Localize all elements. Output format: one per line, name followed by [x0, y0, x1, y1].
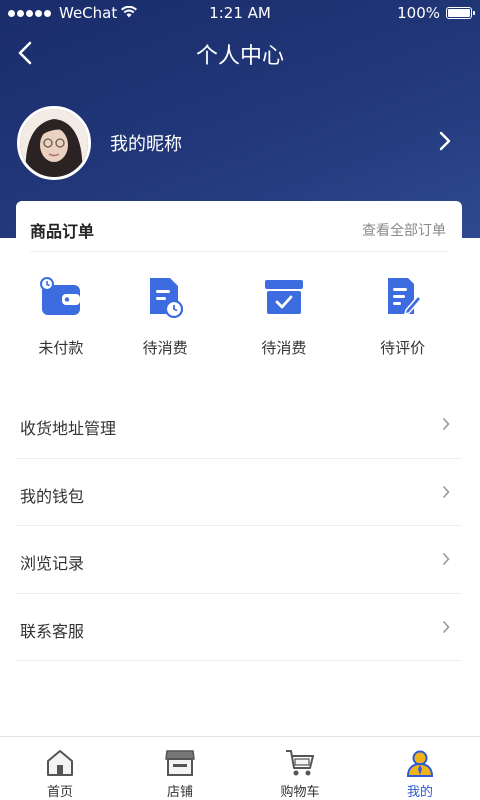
order-item-pending-use[interactable]: 待消费: [106, 275, 225, 358]
order-item-pending-review[interactable]: 待评价: [343, 275, 462, 358]
box-check-icon: [262, 275, 306, 319]
menu-item-address[interactable]: 收货地址管理: [16, 391, 462, 459]
store-icon: [164, 747, 196, 779]
menu-item-label: 联系客服: [20, 621, 85, 641]
tab-store[interactable]: 店铺: [120, 737, 240, 800]
tab-home[interactable]: 首页: [0, 737, 120, 800]
battery-percent: 100%: [397, 4, 440, 22]
order-item-label: 未付款: [38, 339, 84, 357]
order-item-unpaid[interactable]: 未付款: [16, 275, 106, 358]
tab-label: 首页: [46, 785, 73, 800]
order-item-label: 待评价: [380, 339, 426, 357]
battery-icon: [446, 7, 475, 19]
menu-item-wallet[interactable]: 我的钱包: [16, 459, 462, 526]
cart-icon: [284, 747, 316, 779]
menu-item-label: 浏览记录: [20, 554, 85, 573]
tab-bar: 首页 店铺 购物车 我的: [0, 736, 480, 800]
order-card: 商品订单 查看全部订单 未付款 待消费 待消费 待评价: [16, 201, 462, 371]
avatar-image: [20, 109, 88, 177]
document-pen-icon: [381, 275, 425, 319]
home-icon: [44, 747, 76, 779]
tab-me[interactable]: 我的: [360, 737, 480, 800]
order-item-label: 待消费: [261, 339, 307, 357]
document-clock-icon: [143, 275, 187, 319]
nickname: 我的昵称: [110, 134, 182, 155]
tab-label: 店铺: [166, 785, 193, 800]
order-item-label: 待消费: [142, 339, 188, 357]
order-item-pending-use-2[interactable]: 待消费: [225, 275, 344, 358]
profile-row[interactable]: 我的昵称: [0, 106, 480, 180]
tab-label: 我的: [406, 785, 433, 800]
tab-label: 购物车: [280, 785, 320, 800]
view-all-orders-link[interactable]: 查看全部订单: [362, 220, 446, 240]
chevron-right-icon: [442, 620, 450, 633]
wallet-icon: [39, 275, 83, 319]
menu-item-label: 我的钱包: [20, 486, 85, 506]
chevron-right-icon: [439, 131, 451, 151]
divider: [30, 251, 448, 252]
page-title: 个人中心: [195, 44, 284, 69]
menu-item-history[interactable]: 浏览记录: [16, 526, 462, 594]
chevron-right-icon: [442, 552, 450, 566]
menu-item-label: 收货地址管理: [20, 419, 117, 438]
user-icon: [404, 747, 436, 779]
order-card-title: 商品订单: [30, 222, 95, 241]
chevron-right-icon: [442, 417, 450, 431]
menu-item-customer-service[interactable]: 联系客服: [16, 594, 462, 661]
chevron-right-icon: [442, 485, 450, 498]
avatar[interactable]: [17, 106, 91, 180]
status-bar: WeChat 1:21 AM 100%: [0, 0, 480, 26]
tab-cart[interactable]: 购物车: [240, 737, 360, 800]
menu-list: 收货地址管理 我的钱包 浏览记录 联系客服: [16, 391, 462, 661]
